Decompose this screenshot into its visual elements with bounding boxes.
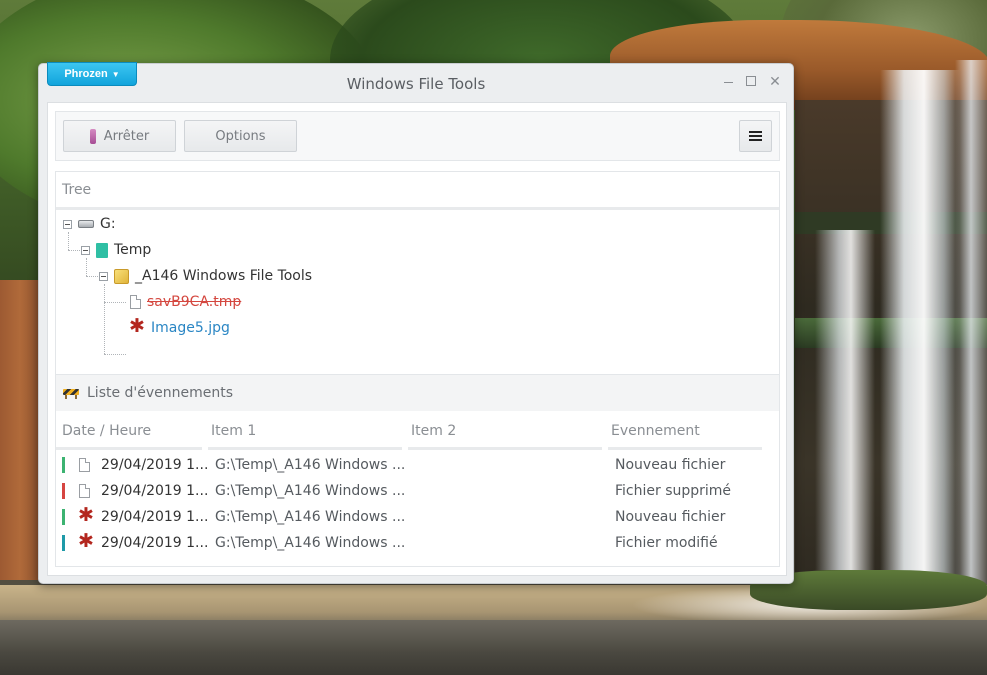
column-header-item1[interactable]: Item 1 <box>211 423 256 439</box>
teal-folder-icon <box>96 242 108 258</box>
file-icon <box>130 295 141 309</box>
tree-node-label: _A146 Windows File Tools <box>135 268 313 284</box>
status-marker <box>62 457 65 473</box>
status-marker <box>62 535 65 551</box>
tree-node-drive[interactable]: G: <box>63 213 116 235</box>
maximize-button[interactable] <box>742 72 760 90</box>
drive-icon <box>78 220 94 228</box>
tree-panel: Tree G: Temp _A146 Windows File Tools sa… <box>55 171 780 375</box>
hamburger-icon <box>749 131 762 141</box>
tree-header: Tree <box>56 172 779 210</box>
cell-event: Nouveau fichier <box>615 509 726 525</box>
file-icon <box>79 484 90 498</box>
stop-icon <box>89 128 96 144</box>
image-file-icon <box>129 317 145 336</box>
cell-item1: G:\Temp\_A146 Windows ... <box>215 509 406 525</box>
cell-date: 29/04/2019 1... <box>101 535 209 551</box>
collapse-icon[interactable] <box>99 271 108 281</box>
window-client-area: Arrêter Options Tree G: Temp _A146 Windo… <box>47 102 787 576</box>
cell-date: 29/04/2019 1... <box>101 457 209 473</box>
status-marker <box>62 483 65 499</box>
toolbar: Arrêter Options <box>55 111 780 161</box>
tree-node-label: Temp <box>114 242 152 258</box>
yellow-folder-icon <box>114 268 129 284</box>
table-row[interactable]: 29/04/2019 1... G:\Temp\_A146 Windows ..… <box>56 505 776 531</box>
cell-event: Nouveau fichier <box>615 457 726 473</box>
stop-button-label: Arrêter <box>103 128 150 144</box>
events-table-header: Date / Heure Item 1 Item 2 Evennement <box>56 411 779 451</box>
tree-node-a146-folder[interactable]: _A146 Windows File Tools <box>99 265 312 287</box>
column-header-event[interactable]: Evennement <box>611 423 700 439</box>
cell-date: 29/04/2019 1... <box>101 483 209 499</box>
cell-date: 29/04/2019 1... <box>101 509 209 525</box>
close-icon: ✕ <box>769 72 781 89</box>
cell-item1: G:\Temp\_A146 Windows ... <box>215 535 406 551</box>
tree-node-label: G: <box>100 216 116 232</box>
events-panel: Liste d'évennements Date / Heure Item 1 … <box>55 375 780 567</box>
cell-item1: G:\Temp\_A146 Windows ... <box>215 457 406 473</box>
tree-node-temp[interactable]: Temp <box>81 239 151 261</box>
tree-node-label: savB9CA.tmp <box>147 294 242 310</box>
cell-item1: G:\Temp\_A146 Windows ... <box>215 483 406 499</box>
image-file-icon <box>78 532 94 551</box>
image-file-icon <box>78 506 94 525</box>
cell-event: Fichier supprimé <box>615 483 732 499</box>
barrier-icon <box>63 387 79 399</box>
window-title: Windows File Tools <box>346 75 486 93</box>
status-marker <box>62 509 65 525</box>
table-row[interactable]: 29/04/2019 1... G:\Temp\_A146 Windows ..… <box>56 479 776 505</box>
minimize-icon <box>723 81 733 83</box>
table-row[interactable]: 29/04/2019 1... G:\Temp\_A146 Windows ..… <box>56 531 776 557</box>
maximize-icon <box>746 76 756 86</box>
options-button[interactable]: Options <box>184 120 297 152</box>
table-row[interactable]: 29/04/2019 1... G:\Temp\_A146 Windows ..… <box>56 453 776 479</box>
minimize-button[interactable] <box>719 72 737 90</box>
collapse-icon[interactable] <box>81 245 90 255</box>
events-header: Liste d'évennements <box>56 375 779 411</box>
hamburger-menu-button[interactable] <box>739 120 772 152</box>
collapse-icon[interactable] <box>63 219 72 229</box>
file-icon <box>79 458 90 472</box>
options-button-label: Options <box>215 128 266 144</box>
app-window: Phrozen ▼ Windows File Tools ✕ Arrêter O… <box>38 62 794 584</box>
column-header-item2[interactable]: Item 2 <box>411 423 456 439</box>
tree-view: G: Temp _A146 Windows File Tools savB9CA… <box>56 210 779 370</box>
close-button[interactable]: ✕ <box>766 72 784 90</box>
events-header-label: Liste d'évennements <box>87 385 234 401</box>
title-bar[interactable]: Phrozen ▼ Windows File Tools ✕ <box>39 62 793 102</box>
cell-event: Fichier modifié <box>615 535 718 551</box>
tree-node-deleted-file[interactable]: savB9CA.tmp <box>130 291 241 313</box>
stop-button[interactable]: Arrêter <box>63 120 176 152</box>
tree-node-modified-file[interactable]: Image5.jpg <box>129 317 230 339</box>
column-header-date[interactable]: Date / Heure <box>62 423 151 439</box>
tree-node-label: Image5.jpg <box>151 320 230 336</box>
